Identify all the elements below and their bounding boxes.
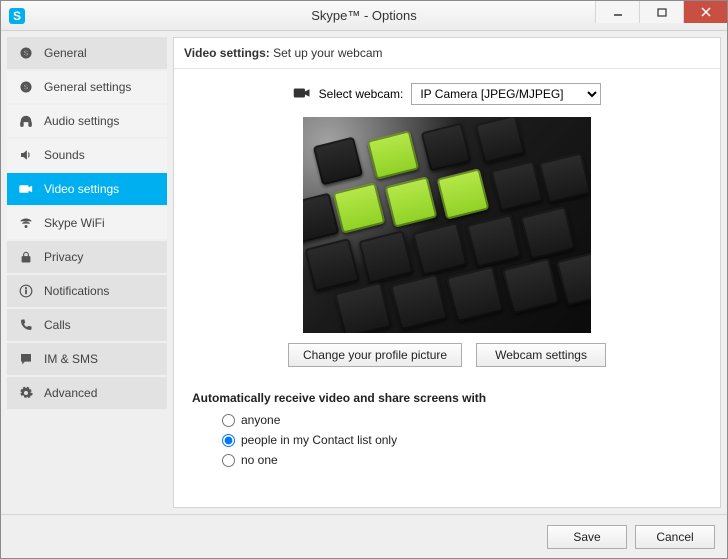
sidebar-item-privacy[interactable]: Privacy (7, 241, 167, 273)
minimize-button[interactable] (595, 1, 639, 23)
speaker-icon (18, 147, 34, 163)
radio-anyone-input[interactable] (222, 414, 235, 427)
info-icon (18, 283, 34, 299)
sidebar-item-label: General settings (44, 80, 131, 94)
sidebar-item-general-settings[interactable]: S General settings (7, 71, 167, 103)
content-header-title: Video settings: (184, 46, 270, 60)
auto-receive-title: Automatically receive video and share sc… (192, 391, 702, 405)
webcam-select[interactable]: IP Camera [JPEG/MJPEG] (411, 83, 601, 105)
options-window: S Skype™ - Options S General S General sett… (0, 0, 728, 559)
sidebar-item-label: Audio settings (44, 114, 119, 128)
preview-buttons: Change your profile picture Webcam setti… (192, 343, 702, 367)
content-header: Video settings: Set up your webcam (174, 38, 720, 69)
lock-icon (18, 249, 34, 265)
window-body: S General S General settings Audio settings S… (1, 31, 727, 514)
sidebar-item-im-sms[interactable]: IM & SMS (7, 343, 167, 375)
sidebar-item-sounds[interactable]: Sounds (7, 139, 167, 171)
content-header-subtitle: Set up your webcam (270, 46, 383, 60)
cancel-button[interactable]: Cancel (635, 525, 715, 549)
skype-app-icon: S (9, 8, 25, 24)
sidebar-item-calls[interactable]: Calls (7, 309, 167, 341)
sidebar-item-label: Sounds (44, 148, 85, 162)
chat-icon (18, 351, 34, 367)
camera-icon (293, 87, 311, 101)
phone-icon (18, 317, 34, 333)
gear-icon (18, 385, 34, 401)
change-profile-picture-button[interactable]: Change your profile picture (288, 343, 462, 367)
sidebar-item-audio-settings[interactable]: Audio settings (7, 105, 167, 137)
sidebar-item-notifications[interactable]: Notifications (7, 275, 167, 307)
sidebar-item-label: IM & SMS (44, 352, 98, 366)
radio-noone[interactable]: no one (222, 453, 702, 467)
webcam-select-row: Select webcam: IP Camera [JPEG/MJPEG] (192, 83, 702, 105)
close-button[interactable] (683, 1, 727, 23)
auto-receive-radio-group: anyone people in my Contact list only no… (192, 413, 702, 467)
camera-icon (18, 181, 34, 197)
sidebar: S General S General settings Audio settings S… (7, 37, 167, 508)
skype-icon: S (18, 45, 34, 61)
maximize-button[interactable] (639, 1, 683, 23)
sidebar-item-video-settings[interactable]: Video settings (7, 173, 167, 205)
webcam-preview (303, 117, 591, 333)
skype-icon: S (18, 79, 34, 95)
radio-anyone[interactable]: anyone (222, 413, 702, 427)
content-panel: Video settings: Set up your webcam Selec… (173, 37, 721, 508)
sidebar-item-label: General (44, 46, 87, 60)
sidebar-item-label: Privacy (44, 250, 83, 264)
webcam-settings-button[interactable]: Webcam settings (476, 343, 606, 367)
svg-text:S: S (24, 84, 29, 91)
headphones-icon (18, 113, 34, 129)
sidebar-item-skype-wifi[interactable]: Skype WiFi (7, 207, 167, 239)
sidebar-item-label: Skype WiFi (44, 216, 105, 230)
svg-text:S: S (24, 50, 29, 57)
titlebar: S Skype™ - Options (1, 1, 727, 31)
sidebar-item-label: Advanced (44, 386, 97, 400)
sidebar-item-general[interactable]: S General (7, 37, 167, 69)
radio-contacts-input[interactable] (222, 434, 235, 447)
sidebar-item-label: Video settings (44, 182, 119, 196)
sidebar-item-advanced[interactable]: Advanced (7, 377, 167, 409)
select-webcam-label: Select webcam: (319, 87, 404, 101)
sidebar-item-label: Calls (44, 318, 71, 332)
radio-contacts[interactable]: people in my Contact list only (222, 433, 702, 447)
sidebar-item-label: Notifications (44, 284, 109, 298)
footer: Save Cancel (1, 514, 727, 558)
webcam-preview-wrap (192, 117, 702, 333)
save-button[interactable]: Save (547, 525, 627, 549)
window-controls (595, 1, 727, 30)
radio-noone-input[interactable] (222, 454, 235, 467)
content-body: Select webcam: IP Camera [JPEG/MJPEG] (174, 69, 720, 507)
wifi-icon (18, 215, 34, 231)
